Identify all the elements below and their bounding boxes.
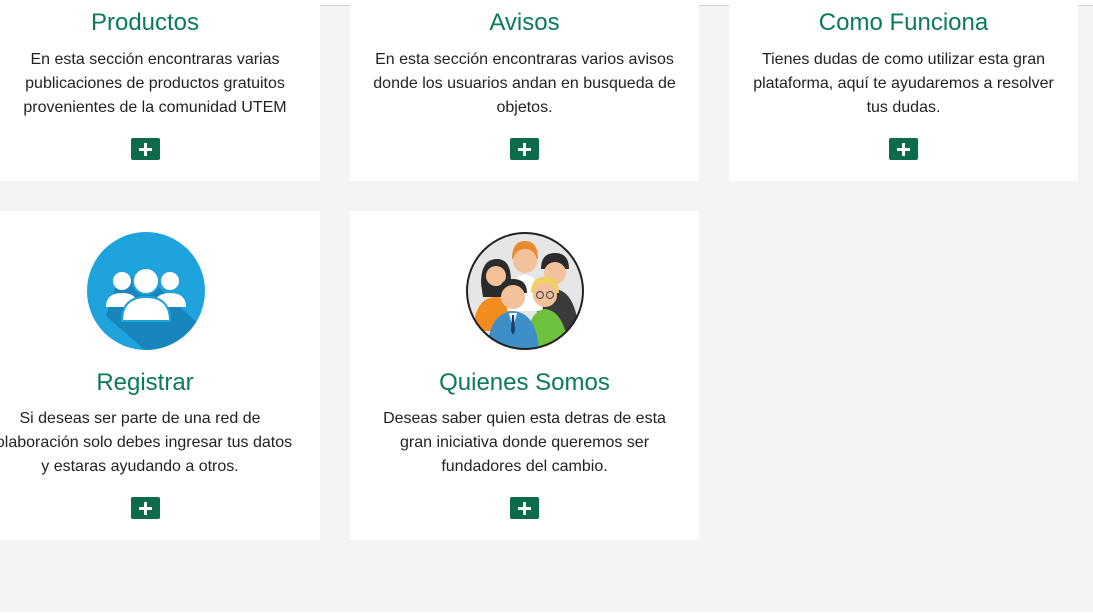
card-description-line: colaboración solo debes ingresar tus dat… bbox=[0, 434, 293, 451]
card-productos: Productos En esta sección encontraras va… bbox=[0, 0, 320, 181]
card-description: Si deseas ser parte de una red de colabo… bbox=[0, 407, 305, 479]
avisos-more-button[interactable] bbox=[510, 138, 539, 160]
card-como-funciona: Como Funciona Tienes dudas de como utili… bbox=[729, 0, 1078, 181]
card-description: Deseas saber quien esta detras de esta g… bbox=[350, 407, 699, 479]
card-description-line: Deseas saber quien esta detras de esta bbox=[383, 410, 666, 427]
team-people-icon bbox=[466, 232, 584, 350]
plus-icon bbox=[897, 142, 910, 156]
card-description-line: plataforma, aquí te ayudaremos a resolve… bbox=[753, 75, 1054, 92]
card-title: Como Funciona bbox=[818, 9, 989, 36]
card-description-line: publicaciones de productos gratuitos bbox=[25, 75, 285, 92]
plus-icon bbox=[518, 142, 531, 156]
card-description-line: En esta sección encontraras varias bbox=[30, 51, 280, 68]
card-description-line: provenientes de la comunidad UTEM bbox=[23, 99, 287, 116]
plus-icon bbox=[139, 501, 152, 515]
card-title: Quienes Somos bbox=[439, 369, 610, 396]
card-description: En esta sección encontraras varias publi… bbox=[0, 48, 320, 120]
registrar-more-button[interactable] bbox=[131, 497, 160, 519]
productos-more-button[interactable] bbox=[131, 138, 160, 160]
card-description-line: gran iniciativa donde queremos ser bbox=[399, 434, 650, 451]
card-title: Productos bbox=[90, 9, 200, 36]
quienes-somos-more-button[interactable] bbox=[510, 497, 539, 519]
plus-icon bbox=[518, 501, 531, 515]
como-funciona-more-button[interactable] bbox=[889, 138, 918, 160]
card-description-line: Tienes dudas de como utilizar esta gran bbox=[761, 51, 1046, 68]
users-group-icon bbox=[87, 232, 205, 350]
card-description: En esta sección encontraras varios aviso… bbox=[350, 48, 699, 120]
card-description-line: Si deseas ser parte de una red de bbox=[19, 410, 261, 427]
card-description-line: En esta sección encontraras varios aviso… bbox=[375, 51, 674, 68]
card-description-line: objetos. bbox=[496, 99, 553, 116]
card-description: Tienes dudas de como utilizar esta gran … bbox=[729, 48, 1078, 120]
card-title: Registrar bbox=[96, 369, 194, 396]
card-quienes-somos: Quienes Somos Deseas saber quien esta de… bbox=[350, 211, 699, 540]
card-title: Avisos bbox=[489, 9, 560, 36]
card-description-line: y estaras ayudando a otros. bbox=[41, 458, 239, 475]
card-description-line: donde los usuarios andan en busqueda de bbox=[373, 75, 676, 92]
card-registrar: Registrar Si deseas ser parte de una red… bbox=[0, 211, 320, 540]
plus-icon bbox=[139, 142, 152, 156]
card-description-line: fundadores del cambio. bbox=[441, 458, 608, 475]
card-avisos: Avisos En esta sección encontraras vario… bbox=[350, 0, 699, 181]
card-description-line: tus dudas. bbox=[866, 99, 941, 116]
